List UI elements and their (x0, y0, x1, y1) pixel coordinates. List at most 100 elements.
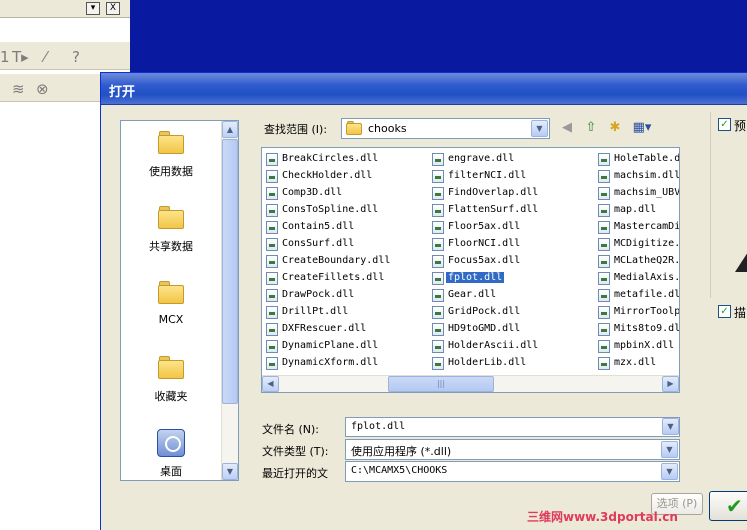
preview-checkbox[interactable]: ✓ (718, 118, 731, 131)
list-item[interactable]: metafile.dl (594, 287, 679, 304)
wave-icon[interactable]: ≋ (12, 80, 25, 98)
list-item[interactable]: HD9toGMD.dll (428, 321, 594, 338)
dropdown-icon[interactable]: ▾ (86, 2, 100, 15)
list-item[interactable]: CheckHolder.dll (262, 168, 430, 185)
list-item[interactable]: DrillPt.dll (262, 304, 430, 321)
list-item[interactable]: MirrorToolp (594, 304, 679, 321)
place-mcx[interactable]: MCX (121, 281, 221, 326)
chevron-down-icon[interactable]: ▼ (661, 441, 678, 458)
file-list-scrollbar[interactable]: ◀ ||| ▶ (262, 375, 679, 392)
dll-file-icon (266, 306, 278, 319)
file-name: DrawPock.dll (282, 289, 355, 300)
file-name: Focus5ax.dll (448, 255, 521, 266)
list-item[interactable]: CreateFillets.dll (262, 270, 430, 287)
list-item[interactable]: filterNCI.dll (428, 168, 594, 185)
up-folder-icon[interactable]: ⇧ (581, 118, 601, 138)
places-scrollbar[interactable]: ▲ ▼ (221, 121, 238, 480)
list-item[interactable]: DrawPock.dll (262, 287, 430, 304)
places-bar: 使用数据 共享数据 MCX 收藏夹 桌面 ▲ ▼ (120, 120, 239, 481)
place-label: 收藏夹 (154, 390, 188, 403)
list-item[interactable]: GridPock.dll (428, 304, 594, 321)
pen-icon[interactable]: ⁄ (44, 48, 47, 66)
chevron-down-icon[interactable]: ▼ (661, 463, 678, 480)
file-list[interactable]: BreakCircles.dll CheckHolder.dll Comp3D.… (261, 147, 680, 393)
background-app-titlebar: ▾ X (0, 0, 130, 18)
view-menu-icon[interactable]: ▦▾ (629, 118, 655, 138)
list-item[interactable]: engrave.dll (428, 151, 594, 168)
file-name: MCDigitize. (614, 238, 680, 249)
dll-file-icon (598, 340, 610, 353)
toolbar-glyph[interactable]: 1 (0, 48, 10, 66)
place-usage-data[interactable]: 使用数据 (121, 131, 221, 179)
back-icon[interactable]: ◀ (557, 118, 577, 138)
dll-file-icon (598, 272, 610, 285)
list-item[interactable]: MCDigitize. (594, 236, 680, 253)
file-name: mzx.dll (614, 357, 657, 368)
list-item[interactable]: MCLatheQ2R. (594, 253, 679, 270)
recent-label: 最近打开的文 (262, 467, 328, 480)
chevron-down-icon[interactable]: ▼ (662, 418, 679, 435)
file-name-input[interactable]: fplot.dll ▼ (345, 417, 680, 437)
dll-file-icon (432, 340, 444, 353)
list-item[interactable]: FlattenSurf.dll (428, 202, 594, 219)
close-icon[interactable]: X (106, 2, 120, 15)
list-item[interactable]: DynamicPlane.dll (262, 338, 430, 355)
list-item[interactable]: Contain5.dll (262, 219, 430, 236)
dialog-titlebar[interactable]: 打开 (101, 73, 747, 105)
file-name: HD9toGMD.dll (448, 323, 521, 334)
text-tool-icon[interactable]: T▸ (12, 48, 29, 66)
list-item[interactable]: map.dll (594, 202, 679, 219)
place-label: 桌面 (160, 465, 182, 478)
list-item[interactable]: Gear.dll (428, 287, 594, 304)
list-item[interactable]: BreakCircles.dll (262, 151, 430, 168)
new-folder-icon[interactable]: ✱ (605, 118, 625, 138)
list-item[interactable]: HolderAscii.dll (428, 338, 594, 355)
list-item[interactable]: Comp3D.dll (262, 185, 430, 202)
scroll-thumb[interactable]: ||| (388, 376, 494, 392)
description-checkbox[interactable]: ✓ (718, 305, 731, 318)
file-name-dropdown[interactable]: ▼ (661, 418, 679, 436)
chevron-down-icon[interactable]: ▼ (531, 120, 548, 137)
ok-button[interactable]: ✔ (709, 491, 747, 521)
watermark: 三维网www.3dportal.cn (527, 510, 678, 524)
list-item[interactable]: Focus5ax.dll (428, 253, 594, 270)
dll-file-icon (266, 221, 278, 234)
list-item[interactable]: ConsToSpline.dll (262, 202, 430, 219)
scroll-up-button[interactable]: ▲ (222, 121, 238, 138)
gear-shape-icon[interactable]: ⊗ (36, 80, 49, 98)
file-name: ConsSurf.dll (282, 238, 355, 249)
look-in-combo[interactable]: chooks ▼ (341, 118, 550, 139)
scroll-right-button[interactable]: ▶ (662, 376, 679, 392)
folder-icon (158, 206, 184, 230)
list-item[interactable]: FloorNCI.dll (428, 236, 594, 253)
dll-file-icon (598, 357, 610, 370)
list-item[interactable]: MastercamDi (594, 219, 679, 236)
place-shared-data[interactable]: 共享数据 (121, 206, 221, 254)
dll-file-icon (432, 187, 444, 200)
list-item[interactable]: MedialAxis. (594, 270, 679, 287)
place-favorites[interactable]: 收藏夹 (121, 356, 221, 404)
list-item[interactable]: machsim.dll (594, 168, 679, 185)
place-desktop[interactable]: 桌面 (121, 429, 221, 479)
recent-combo[interactable]: C:\MCAMX5\CHOOKS ▼ (345, 461, 680, 482)
scroll-left-button[interactable]: ◀ (262, 376, 279, 392)
list-item[interactable]: CreateBoundary.dll (262, 253, 430, 270)
list-item[interactable]: FindOverlap.dll (428, 185, 594, 202)
list-item[interactable]: machsim_UBV (594, 185, 679, 202)
list-item[interactable]: HolderLib.dll (428, 355, 594, 372)
dll-file-icon (432, 170, 444, 183)
file-type-combo[interactable]: 使用应用程序 (*.dll) ▼ (345, 439, 680, 460)
list-item-selected[interactable]: fplot.dll (428, 270, 594, 287)
list-item[interactable]: DynamicXform.dll (262, 355, 430, 372)
scroll-down-button[interactable]: ▼ (222, 463, 238, 480)
list-item[interactable]: mpbinX.dll (594, 338, 679, 355)
list-item[interactable]: mzx.dll (594, 355, 679, 372)
list-item[interactable]: Mits8to9.dl (594, 321, 679, 338)
description-checkbox-label: 描 (734, 306, 747, 320)
list-item[interactable]: ConsSurf.dll (262, 236, 430, 253)
list-item[interactable]: DXFRescuer.dll (262, 321, 430, 338)
help-icon[interactable]: ? (72, 48, 80, 66)
list-item[interactable]: HoleTable.d (594, 151, 679, 168)
scroll-thumb[interactable] (222, 139, 238, 404)
list-item[interactable]: Floor5ax.dll (428, 219, 594, 236)
